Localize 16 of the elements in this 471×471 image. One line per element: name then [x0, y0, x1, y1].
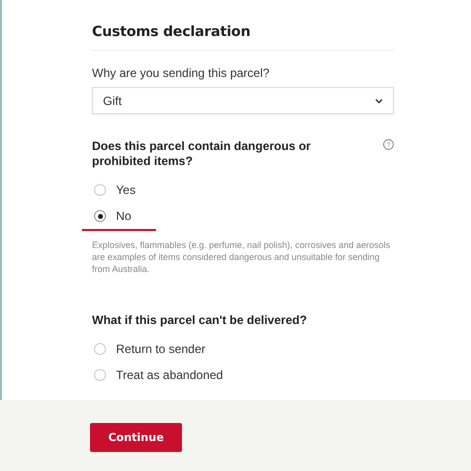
- radio-icon: [94, 369, 106, 381]
- radio-option[interactable]: Return to sender: [92, 340, 206, 358]
- radio-icon: [94, 184, 106, 196]
- radio-option[interactable]: Yes: [92, 181, 136, 199]
- radio-option[interactable]: No: [82, 207, 158, 231]
- radio-icon: [94, 210, 106, 222]
- radio-icon: [94, 343, 106, 355]
- continue-button[interactable]: Continue: [90, 423, 182, 452]
- question: Does this parcel contain dangerous or prohibited items?: [92, 139, 312, 169]
- question: What if this parcel can't be delivered?: [92, 313, 308, 328]
- chevron-icon: [375, 98, 383, 104]
- reason-dropdown[interactable]: Gift: [92, 87, 394, 114]
- radio-option[interactable]: Treat as abandoned: [92, 366, 223, 384]
- field-label: Why are you sending this parcel?: [92, 66, 270, 80]
- section-title: Customs declaration: [92, 24, 394, 51]
- help-text: Explosives, flammables (e.g. perfume, nail polish), corrosives and aerosols are examples of items considered dangerous and unsuitable for sending from Australia.: [92, 239, 392, 275]
